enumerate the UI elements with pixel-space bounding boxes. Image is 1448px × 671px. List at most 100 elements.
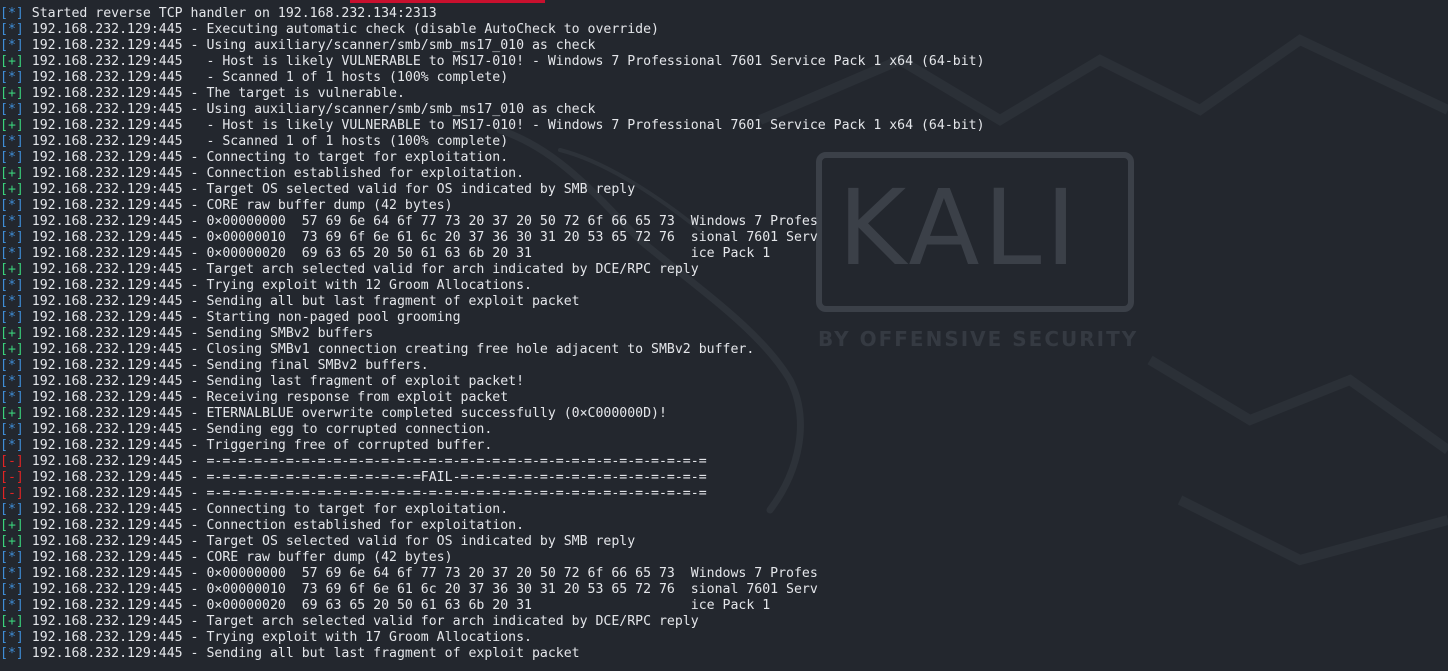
terminal-line: [*] 192.168.232.129:445 - Scanned 1 of 1…	[0, 134, 985, 150]
terminal-line: [-] 192.168.232.129:445 - =-=-=-=-=-=-=-…	[0, 470, 985, 486]
line-text: 192.168.232.129:445 - CORE raw buffer du…	[23, 198, 453, 213]
line-text: 192.168.232.129:445 - Sending last fragm…	[23, 374, 525, 389]
line-text: 192.168.232.129:445 - Sending final SMBv…	[23, 358, 429, 373]
terminal-line: [*] 192.168.232.129:445 - 0×00000020 69 …	[0, 246, 985, 262]
terminal-line: [*] 192.168.232.129:445 - 0×00000010 73 …	[0, 230, 985, 246]
terminal-line: [*] 192.168.232.129:445 - Receiving resp…	[0, 390, 985, 406]
line-text: 192.168.232.129:445 - Connection establi…	[23, 166, 525, 181]
status-tag: [+]	[0, 534, 24, 549]
terminal-line: [*] 192.168.232.129:445 - 0×00000000 57 …	[0, 214, 985, 230]
terminal-line: [+] 192.168.232.129:445 - Target OS sele…	[0, 534, 985, 550]
status-tag: [+]	[0, 326, 24, 341]
line-text: 192.168.232.129:445 - Sending SMBv2 buff…	[23, 326, 374, 341]
terminal-line: [*] 192.168.232.129:445 - 0×00000020 69 …	[0, 598, 985, 614]
status-tag: [*]	[0, 246, 24, 261]
status-tag: [+]	[0, 182, 24, 197]
line-text: 192.168.232.129:445 - Starting non-paged…	[23, 310, 461, 325]
status-tag: [+]	[0, 342, 24, 357]
terminal-line: [*] 192.168.232.129:445 - 0×00000000 57 …	[0, 566, 985, 582]
line-text: 192.168.232.129:445 - Triggering free of…	[23, 438, 493, 453]
line-text: 192.168.232.129:445 - Target arch select…	[23, 262, 699, 277]
status-tag: [-]	[0, 454, 24, 469]
status-tag: [+]	[0, 166, 24, 181]
line-text: 192.168.232.129:445 - Connecting to targ…	[23, 502, 509, 517]
terminal-output[interactable]: [*] Started reverse TCP handler on 192.1…	[0, 6, 985, 662]
terminal-line: [+] 192.168.232.129:445 - Connection est…	[0, 166, 985, 182]
status-tag: [*]	[0, 550, 24, 565]
terminal-line: [*] 192.168.232.129:445 - Sending final …	[0, 358, 985, 374]
terminal-line: [+] 192.168.232.129:445 - Target OS sele…	[0, 182, 985, 198]
terminal-line: [-] 192.168.232.129:445 - =-=-=-=-=-=-=-…	[0, 486, 985, 502]
terminal-line: [*] 192.168.232.129:445 - Sending last f…	[0, 374, 985, 390]
line-text: 192.168.232.129:445 - CORE raw buffer du…	[23, 550, 453, 565]
terminal-line: [*] 192.168.232.129:445 - Trying exploit…	[0, 630, 985, 646]
status-tag: [*]	[0, 198, 24, 213]
status-tag: [+]	[0, 262, 24, 277]
line-text: 192.168.232.129:445 - 0×00000000 57 69 6…	[23, 566, 818, 581]
status-tag: [*]	[0, 230, 24, 245]
line-text: 192.168.232.129:445 - =-=-=-=-=-=-=-=-=-…	[23, 454, 707, 469]
status-tag: [+]	[0, 518, 24, 533]
line-text: 192.168.232.129:445 - 0×00000010 73 69 6…	[23, 230, 818, 245]
status-tag: [-]	[0, 486, 24, 501]
terminal-window[interactable]: KALI BY OFFENSIVE SECURITY [*] Started r…	[0, 0, 1448, 671]
line-text: 192.168.232.129:445 - The target is vuln…	[23, 86, 405, 101]
status-tag: [*]	[0, 598, 24, 613]
line-text: 192.168.232.129:445 - Connecting to targ…	[23, 150, 509, 165]
terminal-line: [*] 192.168.232.129:445 - Starting non-p…	[0, 310, 985, 326]
line-text: 192.168.232.129:445 - Scanned 1 of 1 hos…	[23, 134, 509, 149]
terminal-line: [*] 192.168.232.129:445 - Using auxiliar…	[0, 102, 985, 118]
line-text: 192.168.232.129:445 - Sending egg to cor…	[23, 422, 493, 437]
status-tag: [+]	[0, 54, 24, 69]
line-text: 192.168.232.129:445 - Connection establi…	[23, 518, 525, 533]
line-text: 192.168.232.129:445 - Target OS selected…	[23, 182, 636, 197]
status-tag: [*]	[0, 70, 24, 85]
terminal-line: [+] 192.168.232.129:445 - Target arch se…	[0, 614, 985, 630]
status-tag: [*]	[0, 374, 24, 389]
terminal-line: [*] 192.168.232.129:445 - Connecting to …	[0, 150, 985, 166]
terminal-line: [+] 192.168.232.129:445 - Host is likely…	[0, 118, 985, 134]
status-tag: [*]	[0, 38, 24, 53]
line-text: 192.168.232.129:445 - Sending all but la…	[23, 646, 580, 661]
status-tag: [*]	[0, 438, 24, 453]
status-tag: [*]	[0, 630, 24, 645]
line-text: 192.168.232.129:445 - Host is likely VUL…	[23, 118, 985, 133]
terminal-line: [*] 192.168.232.129:445 - 0×00000010 73 …	[0, 582, 985, 598]
line-text: 192.168.232.129:445 - Target OS selected…	[23, 534, 636, 549]
terminal-line: [+] 192.168.232.129:445 - Closing SMBv1 …	[0, 342, 985, 358]
line-text: 192.168.232.129:445 - Closing SMBv1 conn…	[23, 342, 755, 357]
terminal-line: [*] 192.168.232.129:445 - CORE raw buffe…	[0, 550, 985, 566]
terminal-line: [*] 192.168.232.129:445 - Scanned 1 of 1…	[0, 70, 985, 86]
terminal-line: [*] 192.168.232.129:445 - Sending all bu…	[0, 646, 985, 662]
status-tag: [*]	[0, 646, 24, 661]
status-tag: [+]	[0, 86, 24, 101]
terminal-line: [+] 192.168.232.129:445 - Connection est…	[0, 518, 985, 534]
terminal-line: [+] 192.168.232.129:445 - Host is likely…	[0, 54, 985, 70]
line-text: 192.168.232.129:445 - Scanned 1 of 1 hos…	[23, 70, 509, 85]
selection-highlight	[350, 0, 545, 3]
terminal-line: [*] 192.168.232.129:445 - Sending egg to…	[0, 422, 985, 438]
line-text: 192.168.232.129:445 - 0×00000020 69 63 6…	[23, 246, 771, 261]
terminal-line: [*] 192.168.232.129:445 - Connecting to …	[0, 502, 985, 518]
terminal-line: [*] 192.168.232.129:445 - CORE raw buffe…	[0, 198, 985, 214]
status-tag: [*]	[0, 22, 24, 37]
terminal-line: [*] 192.168.232.129:445 - Sending all bu…	[0, 294, 985, 310]
terminal-line: [+] 192.168.232.129:445 - Sending SMBv2 …	[0, 326, 985, 342]
status-tag: [*]	[0, 294, 24, 309]
status-tag: [+]	[0, 406, 24, 421]
status-tag: [+]	[0, 614, 24, 629]
terminal-line: [+] 192.168.232.129:445 - ETERNALBLUE ov…	[0, 406, 985, 422]
status-tag: [+]	[0, 118, 24, 133]
terminal-line: [*] Started reverse TCP handler on 192.1…	[0, 6, 985, 22]
line-text: 192.168.232.129:445 - =-=-=-=-=-=-=-=-=-…	[23, 486, 707, 501]
status-tag: [*]	[0, 214, 24, 229]
status-tag: [*]	[0, 134, 24, 149]
status-tag: [*]	[0, 102, 24, 117]
status-tag: [*]	[0, 390, 24, 405]
line-text: 192.168.232.129:445 - Using auxiliary/sc…	[23, 38, 596, 53]
status-tag: [*]	[0, 358, 24, 373]
status-tag: [*]	[0, 566, 24, 581]
terminal-line: [+] 192.168.232.129:445 - Target arch se…	[0, 262, 985, 278]
line-text: 192.168.232.129:445 - Executing automati…	[23, 22, 659, 37]
status-tag: [*]	[0, 150, 24, 165]
